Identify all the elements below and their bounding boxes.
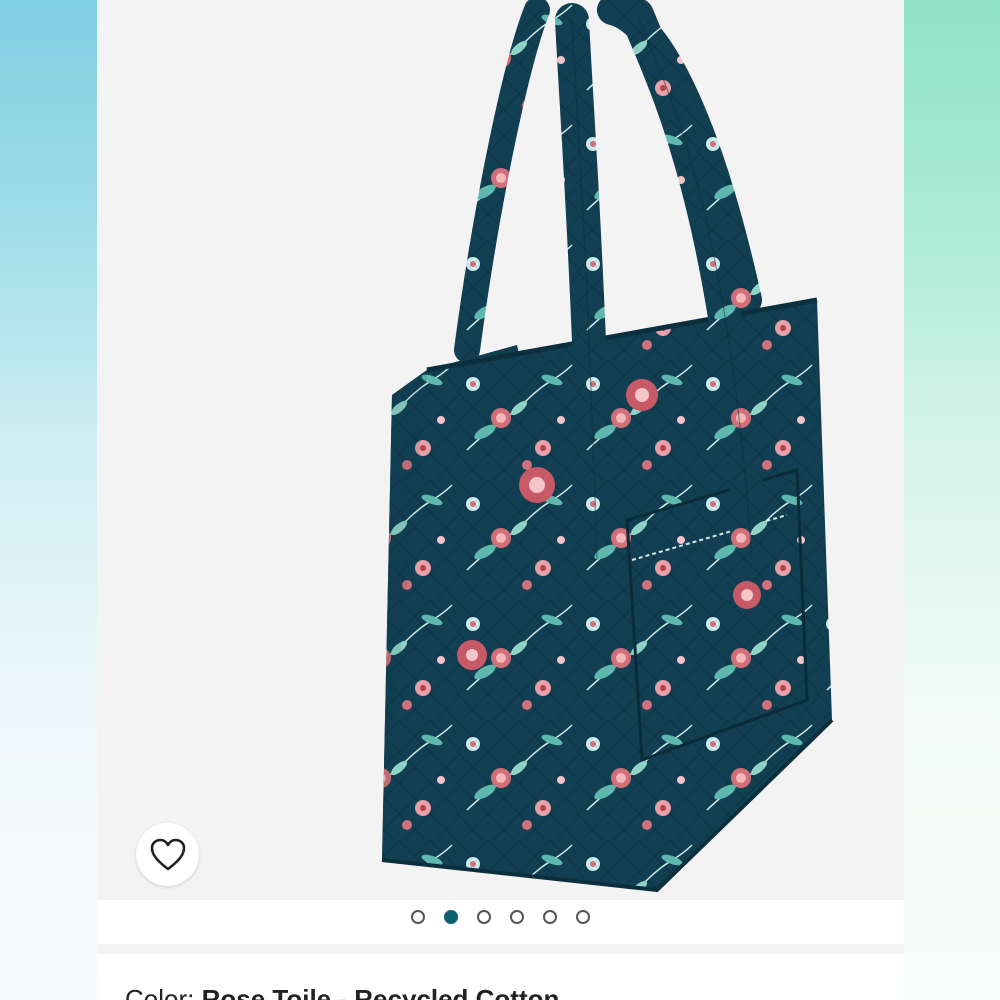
section-divider: [97, 944, 904, 954]
image-carousel-pager: [97, 900, 904, 944]
left-background-strip: [0, 0, 97, 1000]
color-selection-text: Color: Rose Toile - Recycled Cotton: [125, 984, 559, 1000]
carousel-dot-1[interactable]: [411, 910, 425, 924]
product-info: Color: Rose Toile - Recycled Cotton: [97, 954, 904, 1000]
color-value: Rose Toile - Recycled Cotton: [201, 984, 560, 1000]
carousel-dot-2-active[interactable]: [444, 910, 458, 924]
carousel-dots: [97, 910, 904, 924]
carousel-dot-6[interactable]: [576, 910, 590, 924]
carousel-dot-3[interactable]: [477, 910, 491, 924]
product-image: [381, 0, 834, 893]
carousel-dot-5[interactable]: [543, 910, 557, 924]
color-label: Color:: [125, 984, 195, 1000]
product-image-area[interactable]: [97, 0, 904, 900]
favorite-button[interactable]: [136, 823, 199, 886]
carousel-dot-4[interactable]: [510, 910, 524, 924]
heart-icon: [150, 838, 185, 870]
right-background-strip: [904, 0, 1000, 1000]
